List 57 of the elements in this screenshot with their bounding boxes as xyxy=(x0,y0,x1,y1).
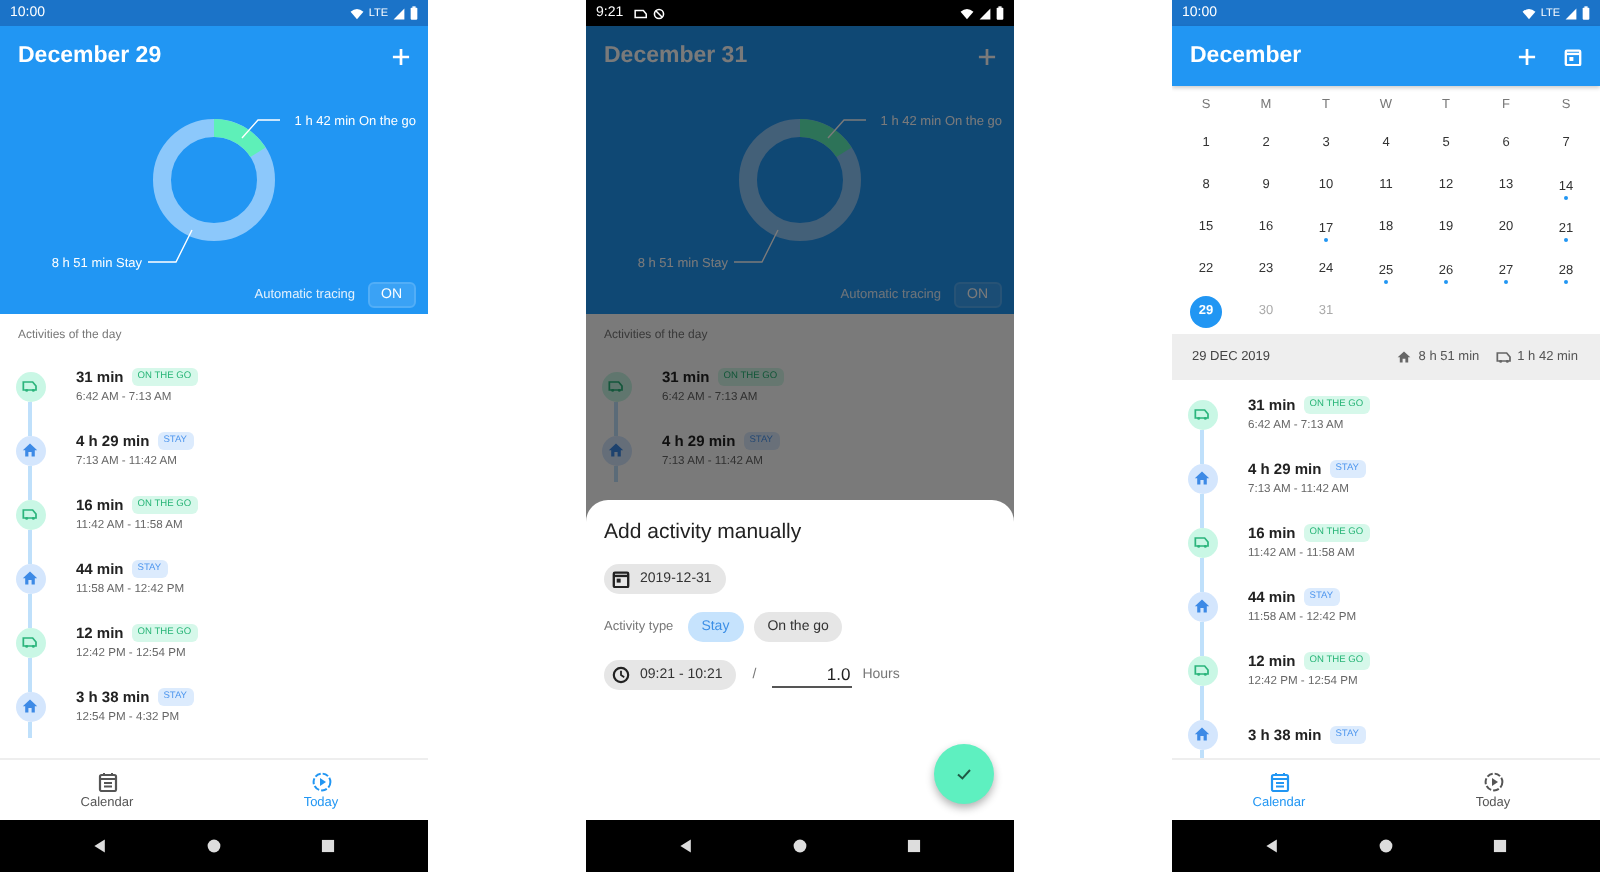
signal-icon xyxy=(392,7,406,19)
calendar-icon xyxy=(1269,771,1289,791)
back-button[interactable] xyxy=(1264,838,1281,854)
play-circle-icon xyxy=(311,771,331,791)
wifi-icon xyxy=(1522,7,1537,19)
home-icon xyxy=(608,442,624,458)
add-button[interactable] xyxy=(1518,47,1536,65)
home-icon xyxy=(1194,726,1210,742)
car-icon xyxy=(1194,406,1210,422)
home-button[interactable] xyxy=(205,838,222,854)
screen-title: December 31 xyxy=(604,44,750,68)
play-circle-icon xyxy=(1483,771,1503,791)
car-icon xyxy=(608,378,624,394)
back-button[interactable] xyxy=(92,838,109,854)
add-button[interactable] xyxy=(392,47,410,65)
car-icon xyxy=(22,378,38,394)
home-icon xyxy=(1194,470,1210,486)
car-icon xyxy=(1194,662,1210,678)
clock-icon xyxy=(612,666,630,684)
car-icon xyxy=(1194,534,1210,550)
calendar-icon xyxy=(612,570,630,588)
blocked-circle-icon xyxy=(651,7,666,19)
check-icon xyxy=(954,764,974,784)
donut-gauge xyxy=(739,119,861,241)
signal-icon xyxy=(978,7,992,19)
sheet-title: Add activity manually xyxy=(604,520,804,544)
wifi-icon xyxy=(960,7,974,19)
home-icon xyxy=(22,570,38,586)
screen-title: December 29 xyxy=(18,44,164,68)
car-icon xyxy=(22,506,38,522)
calendar-icon[interactable] xyxy=(1564,47,1582,65)
battery-icon xyxy=(1582,6,1590,20)
screen-title: December xyxy=(1190,44,1304,68)
back-button[interactable] xyxy=(678,838,695,854)
home-icon xyxy=(1194,598,1210,614)
leader-line xyxy=(733,229,779,263)
home-icon xyxy=(22,698,38,714)
car-icon xyxy=(22,634,38,650)
donut-gauge xyxy=(153,119,275,241)
recents-button[interactable] xyxy=(319,838,336,854)
car-icon xyxy=(633,7,648,19)
home-icon xyxy=(1396,350,1413,364)
signal-icon xyxy=(1564,7,1578,19)
recents-button[interactable] xyxy=(905,838,922,854)
leader-line xyxy=(827,119,867,139)
battery-icon xyxy=(410,6,418,20)
battery-icon xyxy=(996,6,1004,20)
home-button[interactable] xyxy=(791,838,808,854)
recents-button[interactable] xyxy=(1491,838,1508,854)
car-icon xyxy=(1495,350,1512,364)
home-button[interactable] xyxy=(1377,838,1394,854)
leader-line xyxy=(241,119,281,139)
home-icon xyxy=(22,442,38,458)
leader-line xyxy=(147,229,193,263)
calendar-icon xyxy=(97,771,117,791)
duration-field[interactable]: 1.0 xyxy=(772,662,853,688)
wifi-icon xyxy=(350,7,365,19)
